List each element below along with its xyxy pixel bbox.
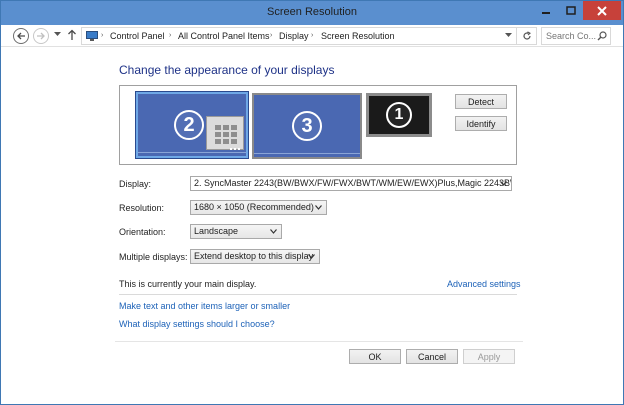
multiple-displays-select[interactable]: Extend desktop to this display (190, 249, 320, 264)
refresh-button[interactable] (517, 27, 537, 45)
chevron-down-icon (500, 181, 507, 186)
footer-divider (115, 341, 523, 342)
divider (119, 294, 517, 295)
display-select[interactable]: 2. SyncMaster 2243(BW/BWX/FW/FWX/BWT/WM/… (190, 176, 512, 191)
monitor-number: 1 (386, 102, 412, 128)
detect-button[interactable]: Detect (455, 94, 507, 109)
display-settings-help-link[interactable]: What display settings should I choose? (119, 319, 275, 329)
breadcrumb-all-control-panel-items[interactable]: All Control Panel Items (178, 31, 270, 41)
advanced-settings-link[interactable]: Advanced settings (447, 279, 521, 289)
page-title: Change the appearance of your displays (119, 63, 335, 77)
monitor-number: 2 (174, 110, 204, 140)
multiple-displays-select-value: Extend desktop to this display (194, 251, 314, 261)
breadcrumb-display[interactable]: Display (279, 31, 309, 41)
minimize-button[interactable] (533, 1, 559, 20)
screen-resolution-window: Screen Resolution › Control Panel › All … (0, 0, 624, 405)
resolution-select-value: 1680 × 1050 (Recommended) (194, 202, 314, 212)
minimize-icon (542, 11, 550, 14)
orientation-label: Orientation: (119, 227, 166, 237)
ok-button[interactable]: OK (349, 349, 401, 364)
forward-button[interactable] (33, 28, 49, 44)
monitor-number: 3 (292, 111, 322, 141)
chevron-down-icon (308, 254, 315, 259)
search-placeholder: Search Co... (546, 31, 597, 41)
more-dots-icon (230, 148, 240, 150)
search-icon (597, 31, 607, 41)
breadcrumb-control-panel[interactable]: Control Panel (110, 31, 165, 41)
close-icon (597, 5, 607, 16)
search-input[interactable]: Search Co... (541, 27, 611, 45)
orientation-select-value: Landscape (194, 226, 239, 236)
up-arrow-icon[interactable] (67, 29, 77, 41)
multiple-displays-label: Multiple displays: (119, 252, 188, 262)
cancel-button[interactable]: Cancel (406, 349, 458, 364)
chevron-down-icon (270, 229, 277, 234)
control-panel-icon (86, 31, 98, 41)
chevron-down-icon (315, 205, 322, 210)
monitor-3[interactable]: 3 (252, 93, 362, 159)
close-button[interactable] (583, 1, 621, 20)
maximize-icon (566, 5, 576, 15)
refresh-icon (522, 31, 531, 40)
start-screen-icon (206, 116, 244, 150)
monitor-2[interactable]: 2 (135, 91, 249, 159)
monitor-1[interactable]: 1 (366, 93, 432, 137)
text-size-link[interactable]: Make text and other items larger or smal… (119, 301, 290, 311)
identify-button[interactable]: Identify (455, 116, 507, 131)
apply-button[interactable]: Apply (463, 349, 515, 364)
maximize-button[interactable] (559, 1, 583, 20)
back-button[interactable] (13, 28, 29, 44)
orientation-select[interactable]: Landscape (190, 224, 282, 239)
window-title: Screen Resolution (267, 6, 357, 18)
address-box[interactable]: › Control Panel › All Control Panel Item… (81, 27, 517, 45)
title-bar[interactable]: Screen Resolution (1, 1, 623, 25)
main-display-status: This is currently your main display. (119, 279, 257, 289)
resolution-select[interactable]: 1680 × 1050 (Recommended) (190, 200, 327, 215)
arrow-right-icon (37, 32, 45, 40)
address-bar: › Control Panel › All Control Panel Item… (1, 25, 623, 47)
display-select-value: 2. SyncMaster 2243(BW/BWX/FW/FWX/BWT/WM/… (194, 178, 512, 188)
recent-locations-chevron-icon[interactable] (54, 32, 61, 37)
resolution-label: Resolution: (119, 203, 165, 213)
display-label: Display: (119, 179, 152, 189)
address-dropdown-chevron-icon[interactable] (505, 33, 512, 38)
breadcrumb-screen-resolution[interactable]: Screen Resolution (321, 31, 395, 41)
arrow-left-icon (17, 32, 25, 40)
